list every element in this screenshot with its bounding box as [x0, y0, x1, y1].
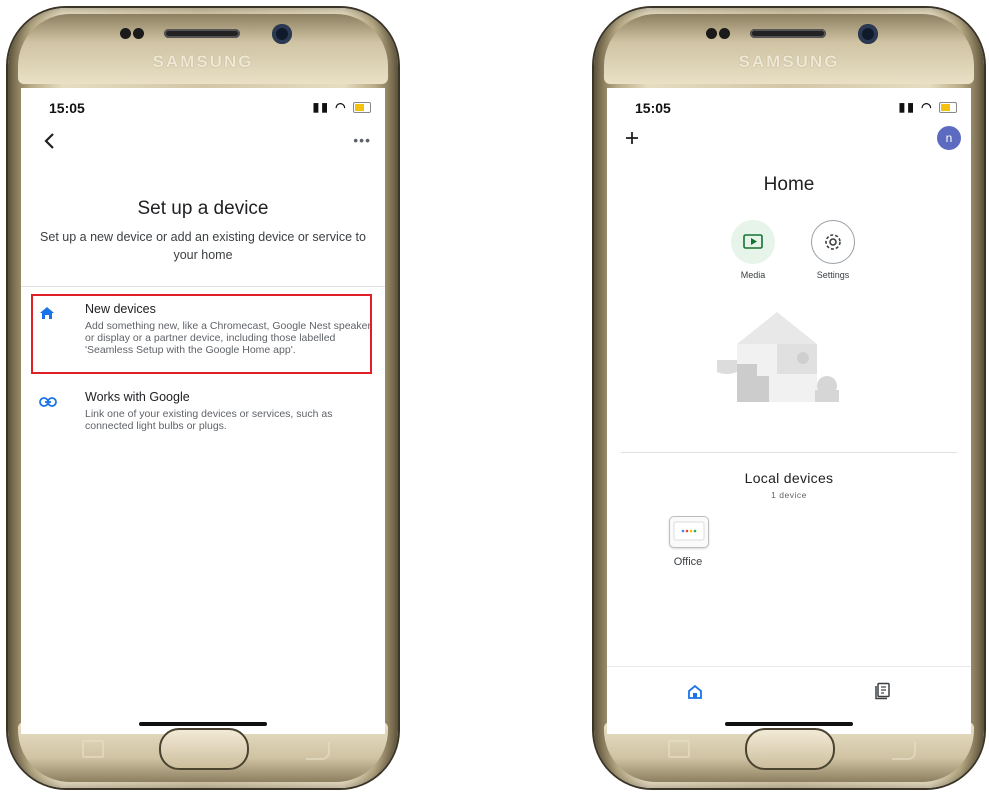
sensor-dots [120, 26, 146, 44]
phone-frame-left: SAMSUNG 15:05 ▮▮ ◠ ••• Set up a device S… [8, 8, 398, 788]
earpiece-speaker [750, 29, 826, 38]
media-icon [743, 234, 763, 249]
divider [621, 452, 957, 453]
signal-icon: ▮▮ [898, 100, 916, 114]
divider [21, 286, 385, 287]
signal-icon: ▮▮ [312, 100, 330, 114]
recent-apps-key-icon[interactable] [82, 740, 104, 758]
phone-brand: SAMSUNG [152, 52, 254, 71]
highlight-box [31, 294, 372, 374]
home-indicator [725, 722, 853, 726]
wifi-icon: ◠ [335, 100, 348, 114]
status-icons: ▮▮ ◠ [313, 100, 371, 114]
settings-chip-button[interactable] [811, 220, 855, 264]
local-devices-count: 1 device [771, 490, 807, 500]
status-icons: ▮▮ ◠ [899, 100, 957, 114]
add-button[interactable] [625, 128, 639, 151]
gear-icon [825, 234, 841, 250]
hardware-home-button[interactable] [745, 728, 835, 770]
bottom-nav-divider [607, 666, 971, 667]
back-button[interactable] [43, 130, 55, 156]
home-screen: 15:05 ▮▮ ◠ n Home Media Settings Local d… [607, 88, 971, 734]
phone-brand: SAMSUNG [738, 52, 840, 71]
device-label: Office [673, 556, 703, 568]
sensor-dots [706, 26, 732, 44]
page-title: Set up a device [137, 198, 269, 219]
home-title: Home [763, 174, 815, 195]
office-device-tile[interactable] [669, 516, 709, 548]
back-key-icon[interactable] [892, 742, 916, 760]
more-options-button[interactable]: ••• [353, 132, 371, 148]
chevron-left-icon [44, 133, 54, 149]
earpiece-speaker [164, 29, 240, 38]
status-time: 15:05 [635, 100, 671, 116]
front-camera-icon [272, 24, 292, 44]
option-label: Works with Google [85, 390, 190, 404]
setup-device-screen: 15:05 ▮▮ ◠ ••• Set up a device Set up a … [21, 88, 385, 734]
home-indicator [139, 722, 267, 726]
hardware-home-button[interactable] [159, 728, 249, 770]
home-illustration [717, 312, 839, 402]
status-bar: 15:05 ▮▮ ◠ [49, 100, 371, 120]
nav-feed-button[interactable] [875, 682, 891, 705]
local-devices-title: Local devices [744, 470, 834, 486]
status-bar: 15:05 ▮▮ ◠ [635, 100, 957, 120]
feed-icon [875, 682, 890, 700]
avatar[interactable]: n [937, 126, 961, 150]
phone-frame-right: SAMSUNG 15:05 ▮▮ ◠ n Home Media Settings… [594, 8, 984, 788]
status-time: 15:05 [49, 100, 85, 116]
settings-chip-label: Settings [816, 270, 850, 280]
media-chip-label: Media [740, 270, 766, 280]
option-description: Link one of your existing devices or ser… [85, 408, 333, 432]
recent-apps-key-icon[interactable] [668, 740, 690, 758]
back-key-icon[interactable] [306, 742, 330, 760]
battery-icon [939, 102, 957, 114]
smart-display-icon [673, 521, 705, 541]
nav-home-button[interactable] [687, 684, 703, 705]
option-works-with-google[interactable]: Works with Google Link one of your exist… [21, 390, 385, 438]
page-subtitle: Set up a new device or add an existing d… [40, 230, 366, 262]
battery-icon [353, 102, 371, 114]
link-icon [39, 394, 59, 410]
plus-icon [626, 132, 638, 144]
media-chip-button[interactable] [731, 220, 775, 264]
home-icon [688, 684, 702, 699]
front-camera-icon [858, 24, 878, 44]
wifi-icon: ◠ [921, 100, 934, 114]
